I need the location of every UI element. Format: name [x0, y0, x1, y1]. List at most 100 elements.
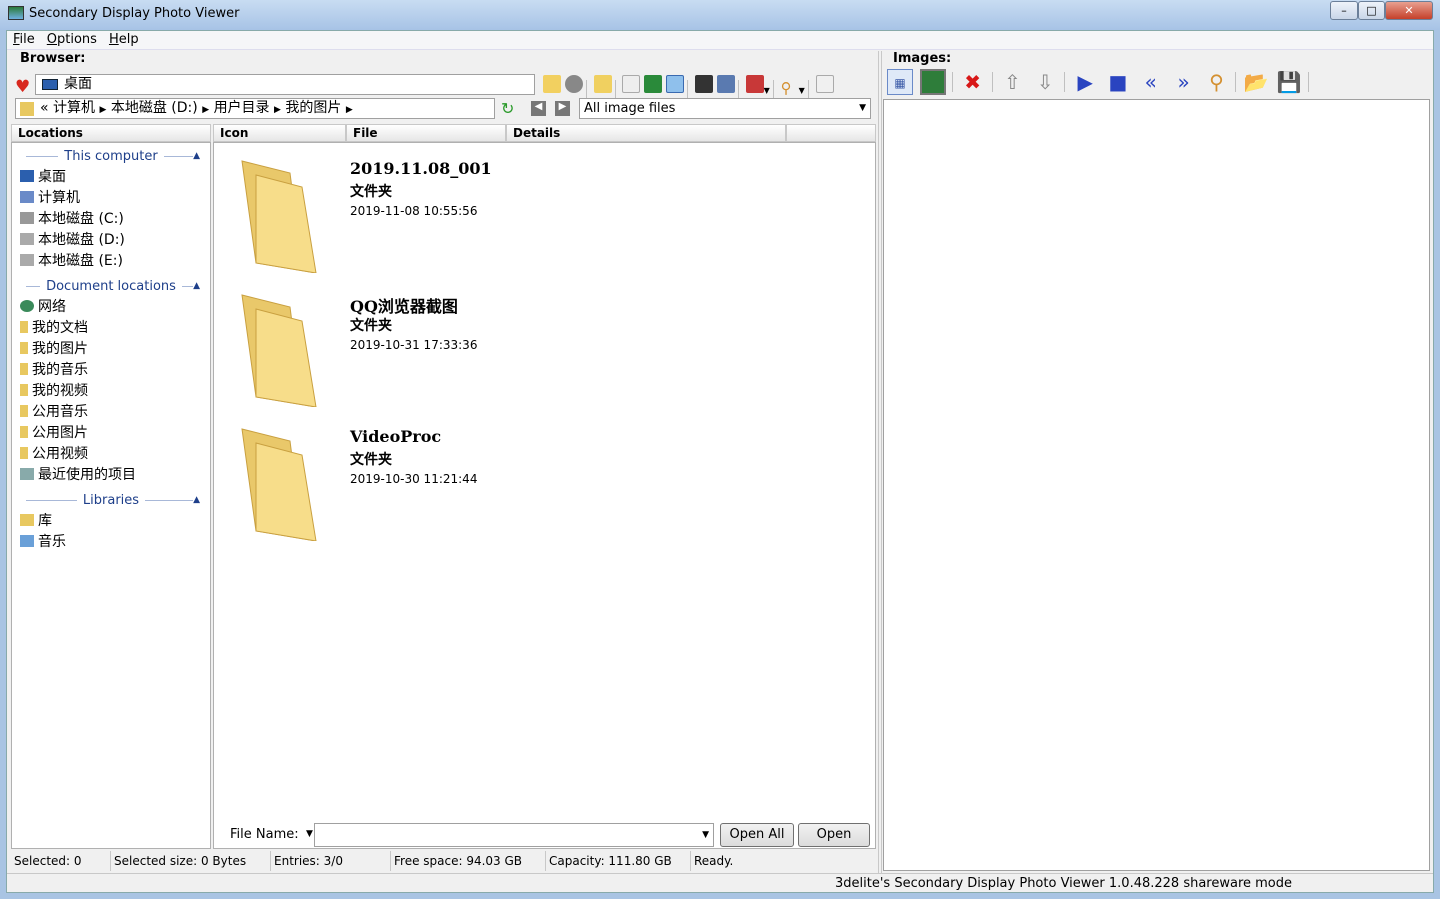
image-view-icon[interactable]: [919, 69, 946, 95]
column-details[interactable]: Details: [506, 124, 786, 142]
collapse-icon[interactable]: ▲: [193, 276, 200, 297]
location-public-pictures[interactable]: 公用图片: [12, 423, 210, 444]
location-label: 公用图片: [32, 425, 88, 441]
maximize-button[interactable]: □: [1358, 1, 1385, 20]
list-view-icon[interactable]: [622, 75, 641, 93]
filter-value: All image files: [584, 101, 676, 116]
location-label: 公用视频: [32, 446, 88, 462]
locations-header: Locations: [11, 124, 211, 142]
move-up-icon[interactable]: ⇧: [999, 69, 1025, 95]
menu-options[interactable]: Options: [41, 31, 103, 48]
folder-icon[interactable]: [543, 75, 561, 93]
breadcrumb[interactable]: « 计算机 ▶ 本地磁盘 (D:) ▶ 用户目录 ▶ 我的图片 ▶: [15, 98, 495, 119]
previous-icon[interactable]: «: [1138, 69, 1164, 95]
grid-view-icon[interactable]: ▦: [887, 69, 913, 95]
zoom-icon[interactable]: [815, 75, 834, 93]
save-icon[interactable]: 💾: [1276, 69, 1302, 95]
stop-icon[interactable]: ■: [1105, 69, 1131, 95]
location-public-music[interactable]: 公用音乐: [12, 402, 210, 423]
zoom-icon[interactable]: ⚲: [1203, 69, 1229, 95]
next-icon[interactable]: »: [1171, 69, 1197, 95]
breadcrumb-item[interactable]: 本地磁盘 (D:): [111, 100, 198, 116]
file-name-label: File Name:: [230, 827, 299, 842]
images-toolbar: ▦ ✖ ⇧ ⇩ ▶ ■ « » ⚲ 📂 💾: [887, 69, 1312, 95]
chevron-down-icon[interactable]: ▼: [764, 86, 770, 95]
open-folder-icon[interactable]: 📂: [1243, 69, 1269, 95]
chevron-down-icon: ▼: [859, 103, 866, 113]
browser-label: Browser:: [20, 51, 86, 66]
location-documents[interactable]: 我的文档: [12, 318, 210, 339]
favorites-heart-icon[interactable]: ♥: [15, 77, 30, 97]
move-down-icon[interactable]: ⇩: [1032, 69, 1058, 95]
chevron-down-icon: ▼: [702, 830, 709, 840]
breadcrumb-item[interactable]: 我的图片: [285, 100, 341, 116]
location-label: 本地磁盘 (D:): [38, 232, 125, 248]
breadcrumb-item[interactable]: 计算机: [53, 100, 95, 116]
splitter[interactable]: [878, 51, 882, 873]
file-date: 2019-10-31 17:33:36: [350, 338, 478, 352]
breadcrumb-overflow[interactable]: «: [40, 100, 49, 116]
file-type-filter[interactable]: All image files ▼: [579, 98, 871, 119]
monitor-icon[interactable]: [716, 75, 735, 93]
location-library-music[interactable]: 音乐: [12, 532, 210, 553]
section-this-computer[interactable]: This computer ▲: [12, 146, 210, 167]
address-field[interactable]: 桌面: [35, 74, 535, 95]
location-music[interactable]: 我的音乐: [12, 360, 210, 381]
file-entry[interactable]: VideoProc 文件夹 2019-10-30 11:21:44: [214, 411, 854, 545]
color-icon[interactable]: [745, 75, 764, 93]
open-all-button[interactable]: Open All: [720, 823, 794, 847]
location-library[interactable]: 库: [12, 511, 210, 532]
collapse-icon[interactable]: ▲: [193, 490, 200, 511]
file-name-input[interactable]: ▼: [314, 823, 714, 847]
menu-options-label: ptions: [57, 32, 97, 47]
menu-file-label: ile: [19, 32, 35, 47]
folder-icon: [241, 294, 317, 407]
location-desktop[interactable]: 桌面: [12, 167, 210, 188]
chevron-down-icon[interactable]: ▼: [799, 86, 805, 95]
minimize-button[interactable]: –: [1330, 1, 1358, 20]
menu-help-label: Help: [108, 32, 139, 47]
location-recent[interactable]: 最近使用的项目: [12, 465, 210, 486]
column-file[interactable]: File: [346, 124, 506, 142]
slideshow-icon[interactable]: [666, 75, 685, 93]
location-drive-d[interactable]: 本地磁盘 (D:): [12, 230, 210, 251]
breadcrumb-item[interactable]: 用户目录: [214, 100, 270, 116]
settings-gear-icon[interactable]: [564, 75, 583, 93]
close-button[interactable]: ✕: [1385, 1, 1433, 20]
location-network[interactable]: 网络: [12, 297, 210, 318]
location-computer[interactable]: 计算机: [12, 188, 210, 209]
location-label: 计算机: [38, 190, 80, 206]
section-libraries[interactable]: Libraries ▲: [12, 490, 210, 511]
status-selected: Selected: 0: [11, 851, 111, 871]
search-icon[interactable]: ⚲: [781, 79, 799, 97]
delete-icon[interactable]: ✖: [960, 69, 986, 95]
collapse-icon[interactable]: ▲: [193, 146, 200, 167]
refresh-icon[interactable]: ↻: [501, 99, 514, 118]
location-label: 公用音乐: [32, 404, 88, 420]
thumbnail-view-icon[interactable]: [644, 75, 663, 93]
play-icon[interactable]: ▶: [1072, 69, 1098, 95]
location-label: 音乐: [38, 534, 66, 550]
location-pictures[interactable]: 我的图片: [12, 339, 210, 360]
file-entry[interactable]: QQ浏览器截图 文件夹 2019-10-31 17:33:36: [214, 277, 854, 411]
file-entry[interactable]: 2019.11.08_001 文件夹 2019-11-08 10:55:56: [214, 143, 854, 277]
menu-file[interactable]: File: [7, 31, 41, 48]
menu-help[interactable]: Help: [103, 31, 145, 48]
location-drive-e[interactable]: 本地磁盘 (E:): [12, 251, 210, 272]
section-title: Document locations: [40, 279, 182, 294]
location-public-videos[interactable]: 公用视频: [12, 444, 210, 465]
location-videos[interactable]: 我的视频: [12, 381, 210, 402]
open-button[interactable]: Open: [798, 823, 870, 847]
section-title: Libraries: [76, 493, 146, 508]
back-arrow-icon[interactable]: ◀: [531, 101, 546, 116]
section-document-locations[interactable]: Document locations ▲: [12, 276, 210, 297]
forward-arrow-icon[interactable]: ▶: [555, 101, 570, 116]
location-label: 网络: [38, 299, 66, 315]
column-icon[interactable]: Icon: [213, 124, 346, 142]
app-icon: [8, 6, 24, 20]
display-icon[interactable]: [694, 75, 713, 93]
location-drive-c[interactable]: 本地磁盘 (C:): [12, 209, 210, 230]
locations-panel: This computer ▲ 桌面 计算机 本地磁盘 (C:) 本地磁盘 (D:…: [11, 142, 211, 849]
chevron-down-icon[interactable]: ▼: [306, 829, 313, 839]
favorite-folder-icon[interactable]: [593, 75, 612, 93]
